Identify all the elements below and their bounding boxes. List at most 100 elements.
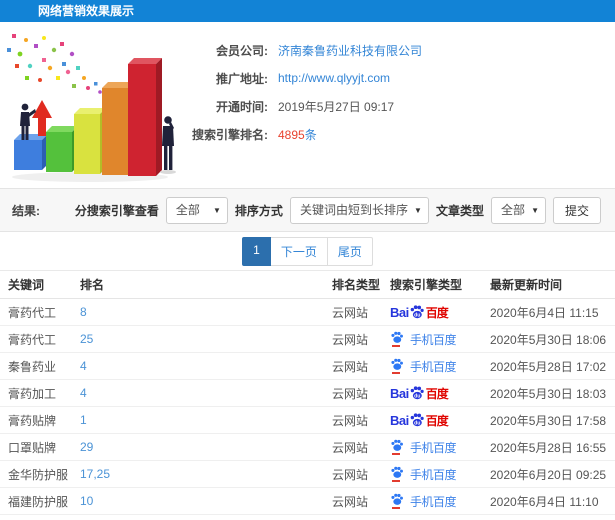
mobile-baidu-underline [392, 507, 400, 509]
engine-filter-label: 分搜索引擎查看 [74, 203, 159, 218]
company-name-link[interactable]: 济南秦鲁药业科技有限公司 [278, 42, 422, 59]
mobile-baidu-paw-icon [391, 331, 403, 343]
last-page-button[interactable]: 尾页 [327, 236, 373, 266]
cell-rank[interactable]: 1 [80, 406, 332, 434]
cell-rank-type: 云网站 [332, 352, 390, 380]
cell-keyword: 膏药代工 [0, 298, 80, 326]
cell-rank[interactable]: 4 [80, 352, 332, 380]
header-rank-type: 排名类型 [332, 270, 390, 299]
article-type-select[interactable]: 全部 ▼ [490, 196, 546, 224]
mobile-baidu-paw-icon [391, 466, 403, 478]
confetti-dots [7, 34, 102, 94]
cell-keyword: 金华防护服 [0, 460, 80, 488]
info-row-rank-count: 搜索引擎排名: 4895条 [180, 120, 615, 148]
mobile-baidu-paw-icon [391, 493, 403, 505]
cell-rank[interactable]: 17,25 [80, 460, 332, 488]
cell-keyword: 膏药加工 [0, 379, 80, 407]
page: 网络营销效果展示 会员公司: 济南秦鲁药业科技有限公司 推广地址: http:/… [0, 0, 615, 520]
top-section: 会员公司: 济南秦鲁药业科技有限公司 推广地址: http://www.qlyy… [0, 22, 615, 188]
page-1-button[interactable]: 1 [242, 236, 271, 266]
rank-count-label: 搜索引擎排名: [192, 127, 268, 142]
pagination: 1 下一页 尾页 [0, 232, 615, 270]
marketing-illustration [0, 28, 180, 186]
baidu-mobile-logo: 手机百度 [390, 331, 457, 348]
company-info-panel: 会员公司: 济南秦鲁药业科技有限公司 推广地址: http://www.qlyy… [180, 22, 615, 148]
mobile-baidu-paw-icon [391, 358, 403, 370]
table-row: 金华防护服 17,25 云网站 手机百度 2020年6月20日 09:25 [0, 460, 615, 488]
sort-label: 排序方式 [234, 203, 283, 218]
table-row: 膏药代工 25 云网站 手机百度 2020年5月30日 18:06 [0, 325, 615, 353]
header-keyword: 关键词 [0, 270, 80, 299]
info-row-open-time: 开通时间: 2019年5月27日 09:17 [180, 92, 615, 120]
cell-rank[interactable]: 25 [80, 325, 332, 353]
cell-keyword: 秦鲁药业 [0, 352, 80, 380]
submit-button[interactable]: 提交 [552, 196, 601, 224]
cell-time: 2020年5月28日 16:55 [490, 433, 615, 461]
baidu-paw-icon: du [410, 413, 424, 426]
article-type-label: 文章类型 [435, 203, 484, 218]
cell-time: 2020年5月30日 17:58 [490, 406, 615, 434]
open-time-label: 开通时间: [216, 99, 268, 114]
cell-rank-type: 云网站 [332, 487, 390, 515]
cell-time: 2020年5月30日 18:03 [490, 379, 615, 407]
promo-url-label: 推广地址: [216, 71, 268, 86]
cell-time: 2020年5月28日 17:02 [490, 352, 615, 380]
engine-select[interactable]: 全部 ▼ [165, 196, 228, 224]
table-row: 膏药贴牌 1 云网站 Bai du 百度 2020年5月30日 17:58 [0, 406, 615, 434]
mobile-baidu-paw-icon [391, 439, 403, 451]
sort-select[interactable]: 关键词由短到长排序 ▼ [289, 196, 429, 224]
baidu-mobile-logo: 手机百度 [390, 358, 457, 375]
cell-rank[interactable]: 8 [80, 298, 332, 326]
cell-keyword [0, 514, 80, 520]
chevron-down-icon: ▼ [213, 205, 221, 215]
baidu-mobile-logo: 手机百度 [390, 439, 457, 456]
open-time-value: 2019年5月27日 09:17 [278, 99, 395, 114]
keyword-rank-table: 关键词 排名 排名类型 搜索引擎类型 最新更新时间 膏药代工 8 云网站 Bai [0, 270, 615, 520]
bar-chart-growth-image [7, 34, 176, 182]
baidu-paw-icon: du [410, 386, 424, 399]
cell-rank-type: 云网站 [332, 460, 390, 488]
cell-keyword: 膏药代工 [0, 325, 80, 353]
businessman-right [160, 116, 176, 174]
svg-text:du: du [414, 420, 420, 426]
mobile-baidu-underline [392, 480, 400, 482]
baidu-mobile-logo: 手机百度 [390, 466, 457, 483]
cell-rank[interactable]: 10 [80, 487, 332, 515]
baidu-pc-logo: Bai du 百度 [390, 385, 449, 401]
mobile-baidu-underline [392, 345, 400, 347]
table-row: 口罩贴牌 29 云网站 手机百度 2020年5月28日 16:55 [0, 433, 615, 461]
cell-time: 2020年6月20日 09:25 [490, 460, 615, 488]
cell-time: 2020年6月4日 11:15 [490, 298, 615, 326]
cell-rank[interactable]: 29 [80, 433, 332, 461]
page-title: 网络营销效果展示 [0, 0, 615, 22]
table-body: 膏药代工 8 云网站 Bai du 百度 2020年6月4日 11:15 膏药代… [0, 298, 615, 520]
svg-text:du: du [414, 312, 420, 318]
cell-rank-type [332, 514, 390, 520]
chevron-down-icon: ▼ [531, 205, 539, 215]
mobile-baidu-underline [392, 453, 400, 455]
info-row-url: 推广地址: http://www.qlyyjt.com [180, 64, 615, 92]
promo-url-link[interactable]: http://www.qlyyjt.com [278, 71, 390, 85]
next-page-button[interactable]: 下一页 [270, 236, 328, 266]
cell-time: 2020年5月30日 18:06 [490, 325, 615, 353]
cell-rank[interactable]: 4 [80, 379, 332, 407]
cell-rank-type: 云网站 [332, 298, 390, 326]
cell-time: 2020年6月4日 11:10 [490, 487, 615, 515]
baidu-paw-icon: du [410, 305, 424, 318]
table-row: 福建防护服 10 云网站 手机百度 2020年6月4日 11:10 [0, 487, 615, 515]
baidu-mobile-logo: 手机百度 [390, 493, 457, 510]
rank-count-suffix: 条 [304, 127, 317, 142]
table-header-row: 关键词 排名 排名类型 搜索引擎类型 最新更新时间 [0, 270, 615, 299]
table-row: 手机百度 [0, 514, 615, 520]
result-label: 结果: [12, 203, 40, 218]
chevron-down-icon: ▼ [414, 205, 422, 215]
svg-text:du: du [414, 393, 420, 399]
cell-rank-type: 云网站 [332, 379, 390, 407]
mobile-baidu-underline [392, 372, 400, 374]
filter-bar: 结果: 分搜索引擎查看 全部 ▼ 排序方式 关键词由短到长排序 ▼ 文章类型 全部 ▼… [0, 188, 615, 232]
rank-count-number: 4895 [278, 127, 305, 142]
cell-keyword: 膏药贴牌 [0, 406, 80, 434]
baidu-pc-logo: Bai du 百度 [390, 412, 449, 428]
info-row-company: 会员公司: 济南秦鲁药业科技有限公司 [180, 36, 615, 64]
cell-rank[interactable] [80, 514, 332, 520]
